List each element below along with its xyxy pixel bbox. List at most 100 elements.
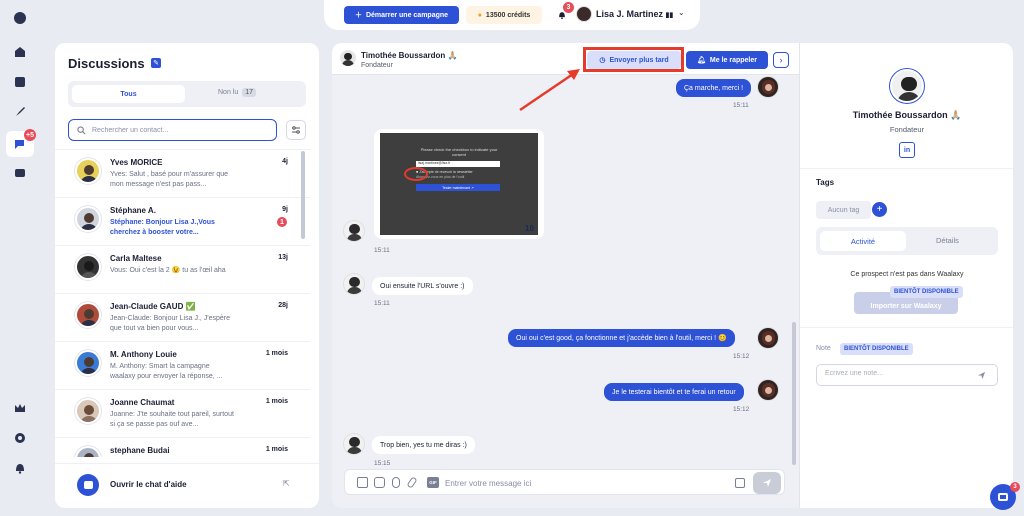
bell-icon[interactable]	[12, 460, 28, 476]
conversation-list: Yves MORICE 4j Yves: Salut , basé pour m…	[55, 149, 310, 457]
help-chat-row[interactable]: Ouvrir le chat d'aide ⇱	[55, 463, 319, 508]
search-input[interactable]	[92, 126, 262, 134]
image-icon[interactable]	[374, 477, 385, 488]
conversation-item[interactable]: Carla Maltese 13j Vous: Oui c'est la 2 😉…	[55, 246, 310, 294]
message-time: 15:11	[374, 300, 390, 307]
left-rail: +5	[0, 0, 40, 516]
profile-role: Fondateur	[889, 125, 925, 134]
contact-name: Joanne Chaumat	[110, 398, 175, 407]
contact-name: Yves MORICE	[110, 158, 163, 167]
conversation-item[interactable]: Joanne Chaumat 1 mois Joanne: J'te souha…	[55, 390, 310, 438]
profile-name: Timothée Boussardon 🙏🏼	[852, 110, 962, 120]
rocket-icon[interactable]	[12, 104, 28, 120]
chevron-right-icon[interactable]: ›	[773, 52, 789, 68]
avatar	[343, 433, 365, 455]
highlight-box	[583, 47, 684, 72]
avatar	[75, 254, 101, 280]
external-link-icon: ⇱	[283, 479, 290, 488]
divider	[800, 327, 1014, 328]
conversation-time: 9j	[282, 206, 288, 213]
filter-button[interactable]	[286, 120, 306, 140]
attachment-button: Tester maintenant ↗	[416, 184, 500, 191]
gif-icon[interactable]: GIF	[427, 477, 439, 488]
note-field[interactable]	[816, 364, 998, 386]
message-preview: Stéphane: Bonjour Lisa J.,Vous cherchez …	[110, 219, 215, 236]
coin-icon: ●	[477, 11, 482, 19]
avatar	[75, 158, 101, 184]
template-icon[interactable]	[357, 477, 368, 488]
note-label: Note	[816, 345, 831, 352]
profile-avatar	[890, 69, 924, 103]
remind-me-label: Me le rappeler	[709, 56, 757, 64]
incoming-message: Oui ensuite l'URL s'ouvre :)	[372, 277, 473, 295]
tab-activity[interactable]: Activité	[820, 231, 906, 251]
gear-icon[interactable]	[12, 430, 28, 446]
message-preview: Joanne: J'te souhaite tout pareil, surto…	[110, 411, 234, 428]
discussions-panel: Discussions ✎ Tous Non lu 17 Yves MORICE…	[55, 43, 319, 508]
send-button[interactable]	[753, 472, 781, 494]
paperclip-icon[interactable]	[406, 476, 418, 489]
attachment-preview: Please check the checkbox to indicate yo…	[380, 133, 538, 235]
credits-button[interactable]: ● 13500 crédits	[466, 6, 542, 24]
message-composer: GIF	[344, 469, 785, 495]
chevron-down-icon[interactable]: ⌄	[678, 8, 685, 17]
contact-name: Jean-Claude GAUD ✅	[110, 302, 196, 311]
contacts-icon[interactable]	[12, 74, 28, 90]
unread-count: 17	[242, 88, 257, 97]
home-icon[interactable]	[12, 44, 28, 60]
tags-title: Tags	[816, 178, 835, 187]
bell-icon: 🔔︎	[697, 57, 706, 64]
annotation-circle	[404, 167, 428, 181]
search-box[interactable]	[68, 119, 277, 141]
microphone-icon[interactable]	[392, 477, 400, 488]
conversation-item[interactable]: M. Anthony Louie 1 mois M. Anthony: Smar…	[55, 342, 310, 390]
emoji-icon[interactable]	[735, 478, 745, 488]
no-tag-chip: Aucun tag	[816, 201, 871, 219]
discussions-title: Discussions	[68, 56, 145, 71]
user-avatar[interactable]	[576, 6, 592, 22]
conversation-item[interactable]: Jean-Claude GAUD ✅ 28j Jean-Claude: Bonj…	[55, 294, 310, 342]
conversation-item[interactable]: Stéphane A. 9j 1 Stéphane: Bonjour Lisa …	[55, 198, 310, 246]
avatar	[757, 76, 779, 98]
conversation-time: 1 mois	[265, 398, 288, 405]
chat-scrollbar[interactable]	[792, 322, 796, 465]
conversation-time: 4j	[282, 158, 288, 165]
start-campaign-button[interactable]: ＋ Démarrer une campagne	[344, 6, 459, 24]
add-tag-button[interactable]: +	[872, 202, 887, 217]
tab-details[interactable]: Détails	[936, 236, 959, 245]
profile-tabs: Activité Détails	[816, 227, 998, 255]
conversation-item[interactable]: Yves MORICE 4j Yves: Salut , basé pour m…	[55, 150, 310, 198]
conversation-time: 13j	[278, 254, 288, 261]
message-input[interactable]	[445, 476, 705, 490]
contact-avatar[interactable]	[340, 50, 356, 66]
image-attachment[interactable]: Please check the checkbox to indicate yo…	[374, 129, 544, 239]
logo-icon[interactable]	[12, 10, 28, 26]
start-campaign-label: Démarrer une campagne	[365, 11, 449, 19]
linkedin-icon[interactable]: in	[899, 142, 915, 158]
remind-me-button[interactable]: 🔔︎ Me le rappeler	[686, 51, 768, 69]
contact-name: M. Anthony Louie	[110, 350, 177, 359]
message-preview: Yves: Salut , basé pour m'assurer que mo…	[110, 171, 229, 188]
message-preview: Vous: Oui c'est la 2 😉 tu as l'œil aha	[110, 267, 226, 274]
message-time: 15:11	[733, 102, 749, 109]
avatar	[75, 350, 101, 376]
conversation-item[interactable]: stephane Budai 1 mois	[55, 438, 310, 457]
avatar	[343, 273, 365, 295]
user-name[interactable]: Lisa J. Martinez ▮▮	[596, 9, 673, 19]
help-chat-icon	[77, 474, 99, 496]
send-note-icon[interactable]	[977, 371, 986, 380]
inbox-icon[interactable]	[12, 164, 28, 180]
messages-badge: +5	[24, 129, 36, 141]
note-input[interactable]	[825, 370, 965, 377]
outgoing-message: Je le testerai bientôt et te ferai un re…	[604, 383, 744, 401]
message-time: 15:11	[374, 247, 390, 254]
compose-icon[interactable]: ✎	[151, 58, 161, 68]
avatar	[757, 327, 779, 349]
not-in-waalaxy-text: Ce prospect n'est pas dans Waalaxy	[850, 271, 964, 278]
tab-all[interactable]: Tous	[72, 85, 185, 103]
conversation-scrollbar[interactable]	[301, 151, 305, 239]
filter-icon	[292, 126, 300, 134]
tab-unread[interactable]: Non lu 17	[218, 88, 257, 97]
message-preview: Jean-Claude: Bonjour Lisa J., J'espère q…	[110, 315, 231, 332]
crown-icon[interactable]	[12, 400, 28, 416]
